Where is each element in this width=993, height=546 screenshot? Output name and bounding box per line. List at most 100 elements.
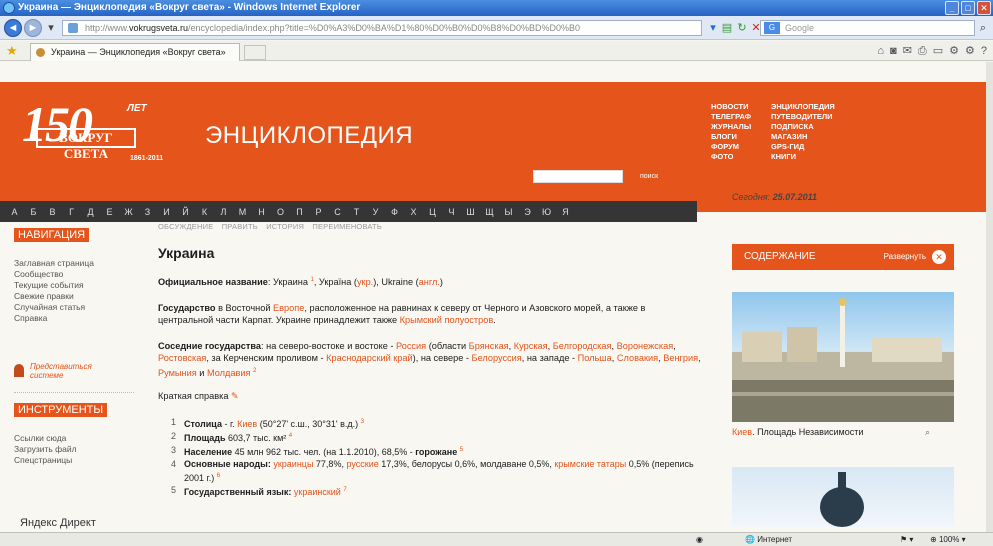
help-icon[interactable]: ?	[981, 44, 987, 58]
link-kyiv-caption[interactable]: Киев	[732, 427, 752, 437]
footnote-link[interactable]: 5	[460, 447, 463, 453]
alphabet-letter[interactable]: Б	[29, 207, 38, 217]
sidebar-link-community[interactable]: Сообщество	[14, 269, 134, 280]
nav-encyclopedia[interactable]: ЭНЦИКЛОПЕДИЯ	[771, 102, 861, 112]
alphabet-letter[interactable]: А	[10, 207, 19, 217]
nav-subscription[interactable]: ПОДПИСКА	[771, 122, 861, 132]
search-icon[interactable]: ⌕	[976, 21, 990, 35]
yandex-direct-label[interactable]: Яндекс Директ	[20, 517, 96, 529]
safety-menu-icon[interactable]: ⚙	[949, 44, 959, 58]
alphabet-letter[interactable]: К	[200, 207, 209, 217]
tab-rename[interactable]: ПЕРЕИМЕНОВАТЬ	[312, 222, 382, 231]
forward-button[interactable]: ►	[24, 19, 42, 37]
zoom-level[interactable]: ⊕ 100% ▾	[930, 533, 966, 546]
link-voronezh[interactable]: Воронежская	[617, 341, 674, 351]
sidebar-link-recent-changes[interactable]: Свежие правки	[14, 291, 134, 302]
link-ukr[interactable]: укр.	[357, 277, 373, 287]
search-input[interactable]: G Google	[760, 20, 975, 36]
print-icon[interactable]: ⎙	[918, 44, 927, 58]
link-hungary[interactable]: Венгрия	[663, 353, 698, 363]
nav-magazines[interactable]: ЖУРНАЛЫ	[711, 122, 771, 132]
alphabet-letter[interactable]: П	[295, 207, 304, 217]
link-romania[interactable]: Румыния	[158, 368, 197, 378]
link-ukrainian-language[interactable]: украинский	[294, 487, 341, 497]
link-bryansk[interactable]: Брянская	[469, 341, 509, 351]
close-button[interactable]: ✕	[977, 1, 991, 15]
login-link[interactable]: Представиться системе	[14, 362, 134, 380]
second-photo[interactable]	[732, 467, 954, 527]
alphabet-letter[interactable]: Й	[181, 207, 190, 217]
alphabet-letter[interactable]: В	[48, 207, 57, 217]
minimize-button[interactable]: _	[945, 1, 959, 15]
footnote-link[interactable]: 7	[343, 487, 346, 493]
alphabet-letter[interactable]: Ц	[428, 207, 437, 217]
site-search-input[interactable]	[533, 170, 623, 183]
tab-edit[interactable]: ПРАВИТЬ	[222, 222, 258, 231]
alphabet-letter[interactable]: Х	[409, 207, 418, 217]
alphabet-letter[interactable]: Ф	[390, 207, 399, 217]
sidebar-link-current-events[interactable]: Текущие события	[14, 280, 134, 291]
nav-blogs[interactable]: БЛОГИ	[711, 132, 771, 142]
sidebar-link-upload[interactable]: Загрузить файл	[14, 444, 134, 455]
footnote-link[interactable]: 2	[253, 368, 256, 374]
nav-news[interactable]: НОВОСТИ	[711, 102, 771, 112]
alphabet-letter[interactable]: Ч	[447, 207, 456, 217]
link-europe[interactable]: Европе	[273, 303, 304, 313]
link-eng[interactable]: англ.	[419, 277, 440, 287]
mail-icon[interactable]: ✉	[903, 44, 912, 58]
footnote-link[interactable]: 6	[217, 473, 220, 479]
alphabet-letter[interactable]: Я	[561, 207, 570, 217]
expand-contents-link[interactable]: Развернуть	[884, 244, 926, 270]
link-belgorod[interactable]: Белгородская	[553, 341, 612, 351]
alphabet-letter[interactable]: Т	[352, 207, 361, 217]
link-crimea[interactable]: Крымский полуостров	[400, 315, 494, 325]
link-russia[interactable]: Россия	[396, 341, 426, 351]
url-dropdown-icon[interactable]: ▾	[706, 21, 720, 35]
link-kyiv[interactable]: Киев	[237, 419, 257, 429]
tab-history[interactable]: ИСТОРИЯ	[266, 222, 304, 231]
nav-photo[interactable]: ФОТО	[711, 152, 771, 162]
protected-mode-icon[interactable]: ⚑ ▾	[900, 533, 913, 546]
alphabet-letter[interactable]: Ж	[124, 207, 133, 217]
url-input[interactable]: http://www.vokrugsveta.ru/encyclopedia/i…	[62, 20, 702, 36]
alphabet-letter[interactable]: Г	[67, 207, 76, 217]
favorites-star-icon[interactable]: ★	[6, 44, 18, 58]
sidebar-link-main[interactable]: Заглавная страница	[14, 258, 134, 269]
alphabet-letter[interactable]: М	[238, 207, 247, 217]
link-moldova[interactable]: Молдавия	[207, 368, 250, 378]
sidebar-link-help[interactable]: Справка	[14, 313, 134, 324]
alphabet-letter[interactable]: Ы	[504, 207, 513, 217]
pencil-edit-icon[interactable]: ✎	[231, 391, 239, 401]
alphabet-letter[interactable]: У	[371, 207, 380, 217]
alphabet-letter[interactable]: Ш	[466, 207, 475, 217]
alphabet-letter[interactable]: Е	[105, 207, 114, 217]
alphabet-letter[interactable]: Л	[219, 207, 228, 217]
sidebar-link-special[interactable]: Спецстраницы	[14, 455, 134, 466]
tools-menu-icon[interactable]: ⚙	[965, 44, 975, 58]
link-belarus[interactable]: Белоруссия	[472, 353, 522, 363]
link-slovakia[interactable]: Словакия	[617, 353, 658, 363]
link-kursk[interactable]: Курская	[514, 341, 548, 351]
sidebar-link-random[interactable]: Случайная статья	[14, 302, 134, 313]
site-search-button[interactable]: поиск	[640, 170, 658, 183]
alphabet-letter[interactable]: З	[143, 207, 152, 217]
refresh-icon[interactable]: ↻	[735, 21, 749, 35]
compat-icon[interactable]: ▤	[720, 21, 734, 35]
alphabet-letter[interactable]: О	[276, 207, 285, 217]
nav-telegraph[interactable]: ТЕЛЕГРАФ	[711, 112, 771, 122]
kyiv-photo[interactable]	[732, 292, 954, 422]
page-menu-icon[interactable]: ▭	[933, 44, 943, 58]
close-icon[interactable]: ✕	[932, 250, 946, 264]
link-russians[interactable]: русские	[346, 459, 378, 469]
alphabet-letter[interactable]: Ю	[542, 207, 551, 217]
alphabet-letter[interactable]: Щ	[485, 207, 494, 217]
link-krasnodar[interactable]: Краснодарский край	[326, 353, 413, 363]
site-logo[interactable]: 150 ЛЕТ ВОКРУГ СВЕТА 1861-2011	[22, 95, 172, 175]
nav-forum[interactable]: ФОРУМ	[711, 142, 771, 152]
alphabet-letter[interactable]: Э	[523, 207, 532, 217]
alphabet-letter[interactable]: Р	[314, 207, 323, 217]
tab-current[interactable]: Украина — Энциклопедия «Вокруг света»	[30, 43, 240, 61]
maximize-button[interactable]: □	[961, 1, 975, 15]
link-crimean-tatars[interactable]: крымские татары	[554, 459, 626, 469]
nav-books[interactable]: КНИГИ	[771, 152, 861, 162]
